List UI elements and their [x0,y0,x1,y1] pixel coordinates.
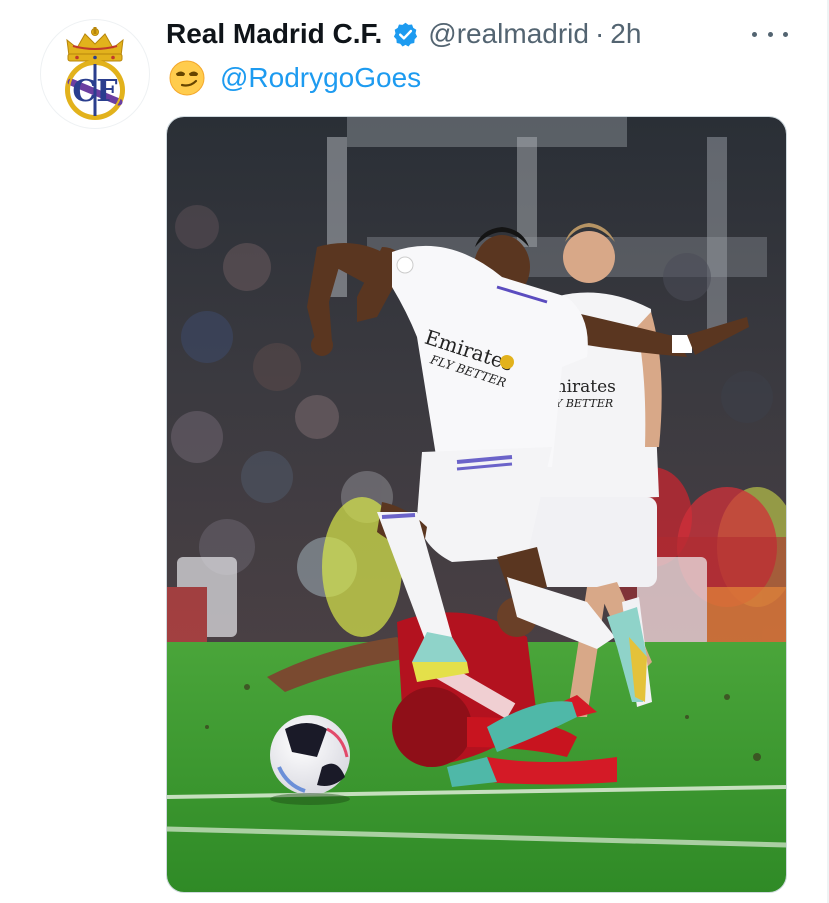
tweet-text: @RodrygoGoes [168,58,421,98]
author-handle[interactable]: @realmadrid [428,18,589,50]
real-madrid-crest-icon: CF [65,27,125,120]
tweet-card[interactable]: CF Real Madrid C.F. @realmadrid · 2h @Ro… [0,0,829,903]
more-dot [767,31,773,37]
verified-badge-icon [392,21,419,48]
tweet-timestamp[interactable]: 2h [610,18,641,50]
smirking-face-emoji-icon [168,59,206,97]
display-name[interactable]: Real Madrid C.F. [166,18,382,50]
mention-link[interactable]: @RodrygoGoes [220,62,421,94]
tweet-photo[interactable]: Emirates FLY BETTER Emirates FLY BETTER [166,116,787,893]
more-dot [783,31,788,37]
separator-dot: · [594,18,605,49]
football-photo-illustration: Emirates FLY BETTER Emirates FLY BETTER [167,117,786,892]
tweet-header: Real Madrid C.F. @realmadrid · 2h [166,12,641,56]
more-dot [752,31,757,37]
avatar[interactable]: CF [40,19,150,129]
more-options-icon[interactable] [752,22,788,46]
